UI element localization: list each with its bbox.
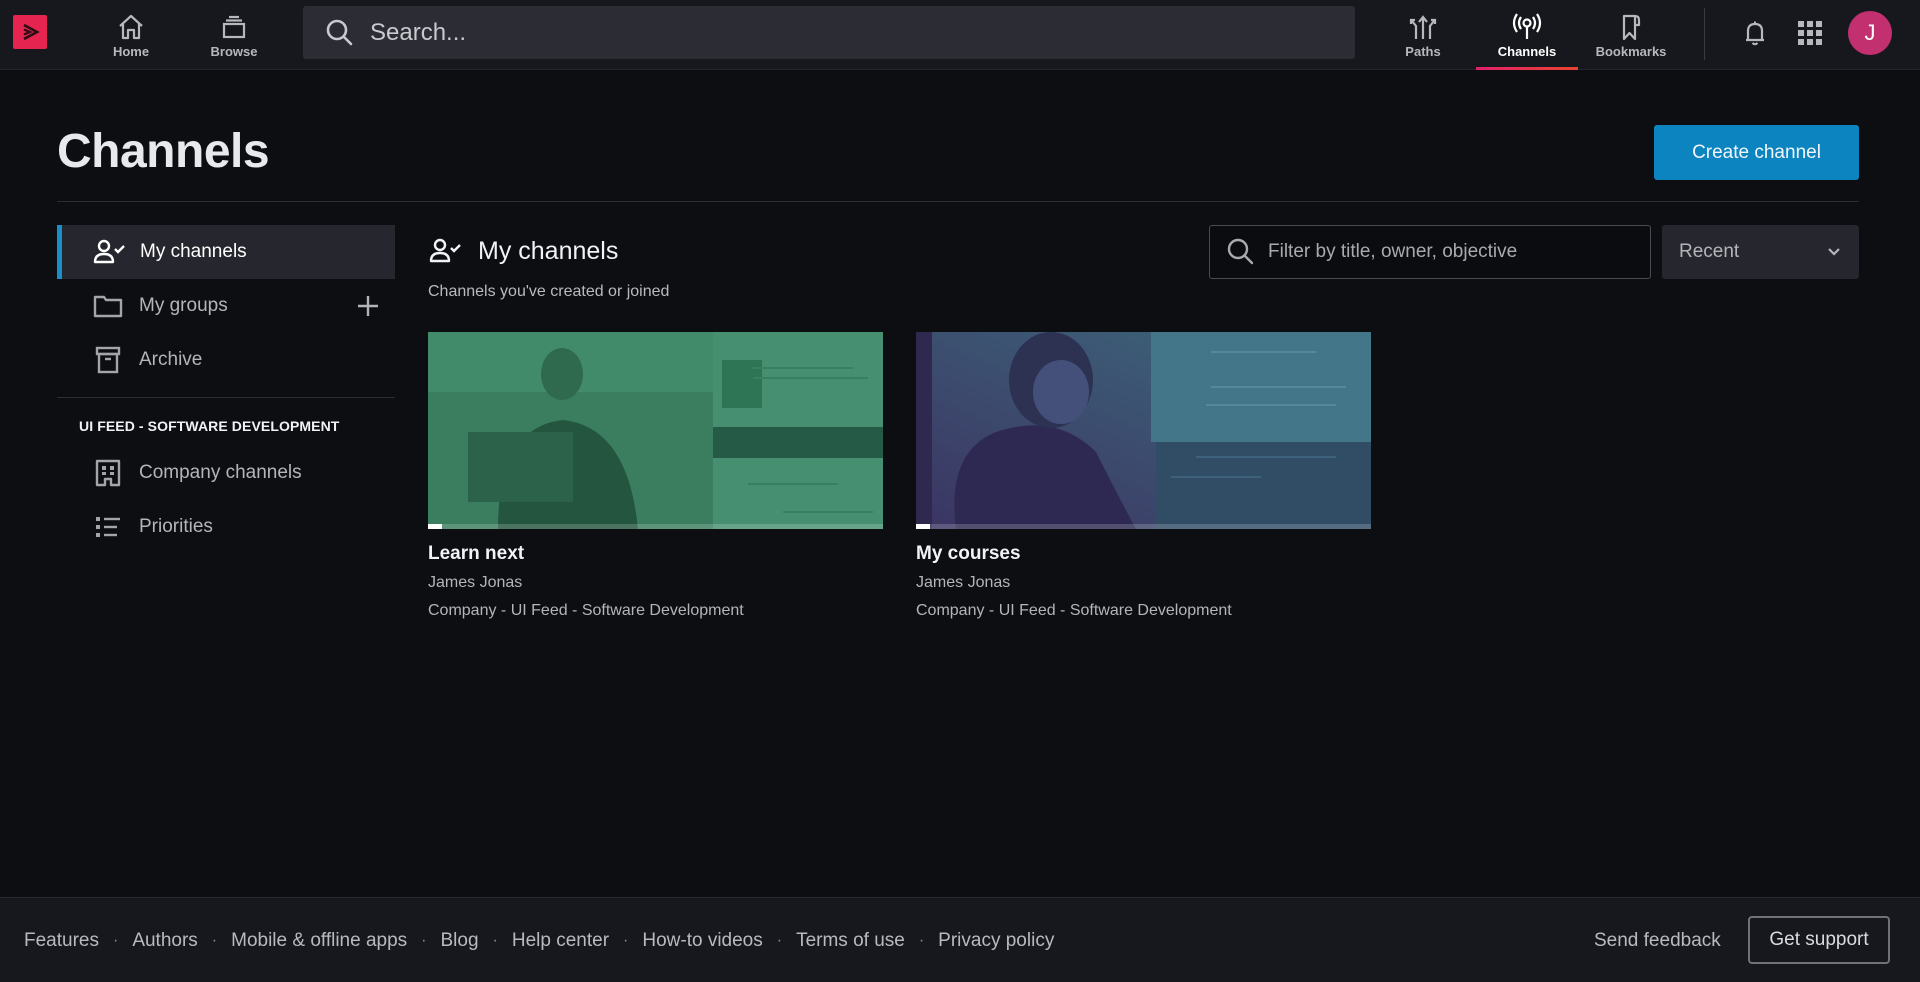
- sidebar-item-my-groups[interactable]: My groups: [57, 279, 395, 333]
- bell-icon: [1746, 21, 1764, 46]
- nav-paths-label: Paths: [1405, 43, 1441, 59]
- user-avatar[interactable]: J: [1848, 11, 1892, 55]
- sidebar-item-label: My groups: [139, 295, 228, 316]
- filter-box[interactable]: [1209, 225, 1651, 279]
- chevron-down-icon: [1828, 248, 1840, 256]
- footer-link-terms[interactable]: Terms of use: [796, 930, 905, 952]
- footer-separator: ·: [211, 932, 218, 949]
- sidebar-divider: [57, 397, 395, 398]
- progress-bar: [428, 524, 883, 529]
- channel-card[interactable]: Learn next James Jonas Company - UI Feed…: [428, 332, 883, 620]
- footer-separator: ·: [421, 932, 427, 949]
- building-icon: [91, 456, 125, 490]
- footer-separator: ·: [918, 932, 925, 949]
- footer-link-features[interactable]: Features: [24, 930, 99, 952]
- footer-separator: ·: [776, 932, 783, 949]
- footer-separator: ·: [492, 932, 498, 949]
- nav-channels-label: Channels: [1497, 43, 1557, 59]
- home-icon: [119, 14, 143, 39]
- nav-browse-label: Browse: [210, 43, 258, 59]
- list-icon: [91, 510, 125, 544]
- sidebar-item-label: Company channels: [139, 462, 302, 483]
- sidebar-item-archive[interactable]: Archive: [57, 333, 395, 387]
- notifications-button[interactable]: [1735, 13, 1775, 53]
- sidebar-item-label: Priorities: [139, 516, 213, 537]
- sort-selected: Recent: [1679, 241, 1740, 262]
- card-org: Company - UI Feed - Software Development: [428, 602, 744, 619]
- nav-browse[interactable]: Browse: [208, 0, 260, 70]
- top-nav: Home Browse Paths Channels Bookmarks J: [0, 0, 1920, 70]
- get-support-button[interactable]: Get support: [1748, 916, 1890, 964]
- footer-link-mobile-apps[interactable]: Mobile & offline apps: [231, 930, 407, 952]
- footer-link-how-to-videos[interactable]: How-to videos: [642, 930, 762, 952]
- apps-menu-button[interactable]: [1790, 13, 1830, 53]
- nav-paths[interactable]: Paths: [1402, 0, 1444, 70]
- progress-fill: [428, 524, 442, 529]
- section-heading: My channels: [428, 236, 618, 266]
- sidebar-item-label: My channels: [140, 241, 247, 262]
- channel-thumbnail: [428, 332, 883, 529]
- avatar-initial: J: [1864, 20, 1876, 45]
- nav-divider: [1704, 8, 1705, 60]
- progress-bar: [916, 524, 1371, 529]
- nav-home[interactable]: Home: [106, 0, 156, 70]
- footer-separator: ·: [623, 932, 629, 949]
- footer-links: Features · Authors · Mobile & offline ap…: [24, 930, 1054, 952]
- paths-arrows-icon: [1409, 14, 1437, 39]
- bookmark-icon: [1622, 14, 1641, 40]
- grid-icon: [1798, 21, 1822, 45]
- person-check-icon: [429, 238, 461, 263]
- play-logo-icon[interactable]: [13, 15, 47, 49]
- sidebar-item-company-channels[interactable]: Company channels: [57, 446, 395, 500]
- sort-dropdown[interactable]: Recent: [1662, 225, 1859, 279]
- card-title: My courses: [916, 543, 1021, 564]
- global-search[interactable]: [303, 6, 1355, 59]
- footer-link-blog[interactable]: Blog: [441, 930, 479, 952]
- broadcast-antenna-icon: [1512, 12, 1542, 39]
- archive-box-icon: [91, 343, 125, 377]
- nav-channels[interactable]: Channels: [1476, 0, 1578, 70]
- section-heading-text: My channels: [478, 236, 619, 265]
- footer-link-privacy[interactable]: Privacy policy: [938, 930, 1054, 952]
- page-title: Channels: [57, 125, 270, 178]
- sidebar-item-label: Archive: [139, 349, 203, 370]
- footer-link-authors[interactable]: Authors: [132, 930, 197, 952]
- sidebar-item-my-channels[interactable]: My channels: [57, 225, 395, 279]
- nav-bookmarks[interactable]: Bookmarks: [1594, 0, 1668, 70]
- create-channel-button[interactable]: Create channel: [1654, 125, 1859, 180]
- card-org: Company - UI Feed - Software Development: [916, 602, 1232, 619]
- footer-link-help-center[interactable]: Help center: [512, 930, 609, 952]
- plus-icon: [358, 296, 378, 316]
- card-owner: James Jonas: [916, 574, 1011, 591]
- card-title: Learn next: [428, 543, 525, 564]
- filter-input[interactable]: [1268, 241, 1638, 263]
- progress-fill: [916, 524, 930, 529]
- channel-thumbnail: [916, 332, 1371, 529]
- add-group-button[interactable]: [353, 291, 383, 321]
- search-input[interactable]: [370, 18, 1270, 47]
- nav-bookmarks-label: Bookmarks: [1595, 43, 1667, 59]
- search-icon: [326, 19, 353, 45]
- send-feedback-link[interactable]: Send feedback: [1594, 930, 1721, 952]
- channel-card[interactable]: My courses James Jonas Company - UI Feed…: [916, 332, 1371, 620]
- sidebar-item-priorities[interactable]: Priorities: [57, 500, 395, 554]
- person-check-icon: [92, 235, 126, 269]
- footer: Features · Authors · Mobile & offline ap…: [0, 897, 1920, 982]
- nav-home-label: Home: [112, 43, 150, 59]
- header-divider: [57, 201, 1859, 202]
- footer-separator: ·: [112, 932, 119, 949]
- section-subheading: Channels you've created or joined: [428, 283, 670, 300]
- card-owner: James Jonas: [428, 574, 523, 591]
- search-icon: [1227, 238, 1254, 265]
- sidebar-section-title: UI FEED - SOFTWARE DEVELOPMENT: [79, 418, 340, 434]
- browse-stack-icon: [222, 15, 246, 38]
- folder-icon: [91, 289, 125, 323]
